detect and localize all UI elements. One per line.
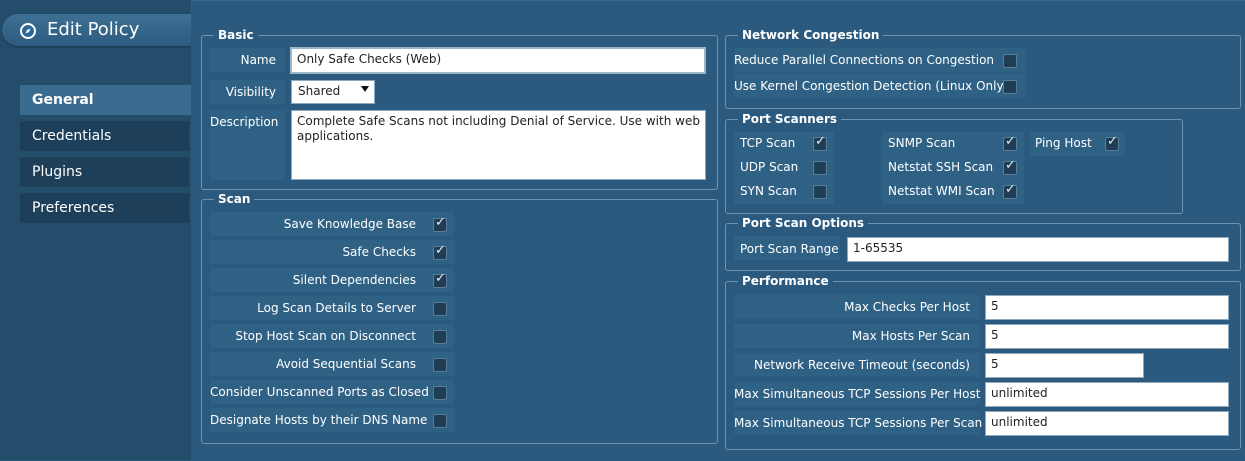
max-checks-input[interactable]: 5 [985, 295, 1229, 320]
stop-host-scan-checkbox[interactable] [433, 330, 447, 344]
checkmark-icon: ✓ [435, 271, 446, 286]
checkmark-icon: ✓ [1005, 134, 1016, 149]
option-label: Designate Hosts by their DNS Name [210, 413, 428, 427]
compass-icon [20, 23, 36, 39]
reduce-parallel-checkbox[interactable] [1003, 54, 1017, 68]
reduce-parallel-label: Reduce Parallel Connections on Congestio… [734, 53, 995, 67]
description-label: Description [210, 115, 279, 129]
kernel-congestion-checkbox[interactable] [1003, 80, 1017, 94]
ping-host-checkbox[interactable]: ✓ [1105, 134, 1119, 151]
name-input[interactable]: Only Safe Checks (Web) [290, 47, 706, 74]
network-congestion-legend: Network Congestion [742, 28, 880, 42]
snmp-scan-checkbox[interactable]: ✓ [1003, 134, 1017, 151]
option-label: Safe Checks [342, 245, 416, 259]
timeout-input[interactable]: 5 [985, 353, 1144, 378]
dns-name-checkbox[interactable] [433, 414, 447, 428]
sidebar [0, 0, 191, 460]
syn-scan-checkbox[interactable] [813, 185, 827, 199]
nav-item-plugins[interactable]: Plugins [20, 157, 189, 187]
name-label: Name [240, 53, 276, 67]
nav-item-general[interactable]: General [20, 85, 191, 115]
option-label: Save Knowledge Base [283, 217, 416, 231]
checkmark-icon: ✓ [435, 243, 446, 258]
silent-dependencies-checkbox[interactable]: ✓ [433, 271, 447, 288]
performance-legend: Performance [742, 274, 829, 288]
ping-host-label: Ping Host [1035, 136, 1092, 150]
port-scanners-legend: Port Scanners [742, 112, 838, 126]
max-hosts-label: Max Hosts Per Scan [851, 329, 970, 343]
udp-scan-label: UDP Scan [740, 160, 799, 174]
max-checks-label: Max Checks Per Host [844, 300, 970, 314]
checkmark-icon: ✓ [1107, 134, 1118, 149]
log-scan-details-checkbox[interactable] [433, 302, 447, 316]
netstat-ssh-label: Netstat SSH Scan [888, 160, 994, 174]
kernel-congestion-label: Use Kernel Congestion Detection (Linux O… [734, 79, 1009, 93]
tcp-sessions-host-label: Max Simultaneous TCP Sessions Per Host [734, 387, 981, 401]
tcp-scan-checkbox[interactable]: ✓ [813, 134, 827, 151]
port-scan-range-label: Port Scan Range [740, 242, 839, 256]
netstat-ssh-checkbox[interactable]: ✓ [1003, 158, 1017, 175]
nav-item-preferences[interactable]: Preferences [20, 193, 189, 223]
port-scan-options-legend: Port Scan Options [742, 216, 865, 230]
page-title: Edit Policy [47, 19, 140, 40]
tcp-sessions-host-input[interactable]: unlimited [985, 382, 1229, 407]
basic-legend: Basic [218, 28, 254, 42]
option-label: Stop Host Scan on Disconnect [235, 329, 416, 343]
checkmark-icon: ✓ [1005, 182, 1016, 197]
snmp-scan-label: SNMP Scan [888, 136, 956, 150]
option-label: Consider Unscanned Ports as Closed [210, 385, 429, 399]
option-label: Avoid Sequential Scans [276, 357, 416, 371]
avoid-sequential-scans-checkbox[interactable] [433, 358, 447, 372]
save-knowledge-base-checkbox[interactable]: ✓ [433, 215, 447, 232]
visibility-value: Shared [298, 84, 341, 98]
checkmark-icon: ✓ [435, 215, 446, 230]
description-textarea[interactable]: Complete Safe Scans not including Denial… [291, 110, 706, 180]
syn-scan-label: SYN Scan [740, 184, 797, 198]
checkmark-icon: ✓ [1005, 158, 1016, 173]
port-scan-range-input[interactable]: 1-65535 [847, 237, 1229, 262]
chevron-down-icon [361, 86, 369, 92]
max-hosts-input[interactable]: 5 [985, 324, 1229, 349]
visibility-label: Visibility [225, 85, 276, 99]
tcp-sessions-scan-input[interactable]: unlimited [985, 411, 1229, 436]
udp-scan-checkbox[interactable] [813, 161, 827, 175]
option-label: Log Scan Details to Server [257, 301, 416, 315]
tcp-sessions-scan-label: Max Simultaneous TCP Sessions Per Scan [734, 416, 983, 430]
scan-legend: Scan [218, 192, 251, 206]
unscanned-ports-closed-checkbox[interactable] [433, 386, 447, 400]
option-label: Silent Dependencies [292, 273, 416, 287]
safe-checks-checkbox[interactable]: ✓ [433, 243, 447, 260]
tcp-scan-label: TCP Scan [740, 136, 796, 150]
timeout-label: Network Receive Timeout (seconds) [754, 358, 970, 372]
nav-item-credentials[interactable]: Credentials [20, 121, 189, 151]
netstat-wmi-checkbox[interactable]: ✓ [1003, 182, 1017, 199]
netstat-wmi-label: Netstat WMI Scan [888, 184, 995, 198]
checkmark-icon: ✓ [815, 134, 826, 149]
visibility-select[interactable]: Shared [291, 80, 375, 104]
